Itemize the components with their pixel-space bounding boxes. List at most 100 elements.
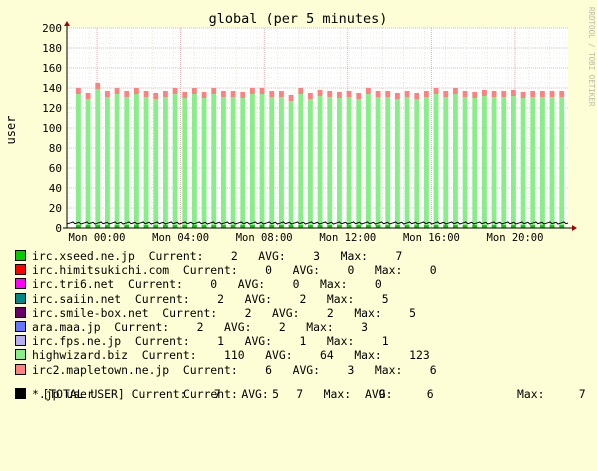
legend-swatch	[15, 335, 26, 347]
bar-group	[520, 92, 526, 228]
bar-segment-highwizard	[76, 94, 81, 225]
bar-segment-mapletown	[366, 88, 371, 94]
bar-group	[192, 88, 197, 228]
bar-segment-highwizard	[530, 97, 536, 225]
bar-segment-ara	[240, 225, 246, 226]
bar-segment-highwizard	[501, 97, 507, 225]
legend-text: irc.tri6.net Current: 0 AVG: 0 Max: 0	[32, 277, 382, 292]
bar-segment-mapletown	[240, 92, 246, 98]
bar-group	[375, 91, 381, 228]
bar-segment-ara	[511, 225, 516, 226]
legend-swatch	[15, 278, 26, 290]
bar-segment-mapletown	[76, 88, 81, 94]
bar-group	[240, 92, 246, 228]
bar-group	[491, 91, 497, 228]
legend-text: irc.xseed.ne.jp Current: 2 AVG: 3 Max: 7	[32, 249, 403, 263]
bar-group	[366, 88, 371, 228]
bar-segment-highwizard	[317, 96, 323, 225]
x-tick-label: Mon 16:00	[403, 232, 460, 244]
bar-segment-ara	[346, 225, 352, 226]
bar-segment-ara	[143, 225, 149, 226]
y-tick-label: 120	[42, 102, 62, 115]
bar-segment-ara	[124, 225, 130, 226]
bar-group	[172, 88, 178, 228]
bar-segment-mapletown	[95, 83, 101, 89]
y-tick-label: 200	[42, 22, 62, 35]
bar-segment-highwizard	[346, 97, 352, 225]
bar-group	[433, 88, 439, 228]
bar-group	[114, 88, 120, 228]
bar-group	[424, 91, 429, 228]
bar-segment-mapletown	[153, 93, 159, 99]
bar-segment-highwizard	[443, 97, 449, 225]
bar-segment-ara	[308, 225, 313, 226]
bar-segment-mapletown	[327, 91, 333, 97]
chart-root: 0 20 40 60 80 100 120 140 160 180 200 Mon 00:00 Mon …	[0, 0, 597, 408]
bar-segment-ara	[549, 225, 555, 226]
bar-segment-ara	[95, 225, 101, 226]
bar-segment-mapletown	[346, 91, 352, 97]
bar-segment-ara	[298, 225, 304, 226]
legend-row: ara.maa.jp Current: 2 AVG: 2 Max: 3	[15, 320, 368, 334]
bar-group	[404, 91, 410, 228]
bar-group	[76, 88, 81, 228]
bar-segment-ara	[356, 225, 362, 226]
bar-group	[356, 93, 362, 228]
y-tick-label: 80	[49, 142, 62, 155]
legend-row: irc.tri6.net Current: 0 AVG: 0 Max: 0	[15, 277, 382, 291]
y-tick-label: 40	[49, 182, 62, 195]
legend-swatch	[15, 321, 26, 332]
bar-segment-mapletown	[462, 91, 468, 97]
bar-segment-ara	[501, 225, 507, 226]
bar-group	[472, 92, 478, 228]
bar-segment-mapletown	[182, 92, 188, 98]
bar-segment-highwizard	[520, 98, 526, 225]
y-tick-label: 60	[49, 162, 62, 175]
bar-segment-highwizard	[269, 97, 275, 225]
bar-segment-mapletown	[424, 91, 429, 97]
bar-segment-mapletown	[559, 91, 565, 97]
bar-segment-highwizard	[221, 97, 226, 225]
bar-group	[530, 91, 536, 228]
x-tick-label: Mon 08:00	[236, 232, 293, 244]
jp-current: 5	[272, 387, 280, 401]
bar-segment-mapletown	[201, 92, 207, 98]
jp-avg: 6	[426, 387, 434, 401]
bar-segment-highwizard	[114, 94, 120, 225]
bar-segment-mapletown	[433, 88, 439, 94]
bar-group	[269, 91, 275, 228]
bar-group	[279, 91, 284, 228]
bar-group	[540, 91, 545, 228]
bar-segment-highwizard	[462, 97, 468, 225]
bar-segment-ara	[433, 225, 439, 226]
legend-text: irc.himitsukichi.com Current: 0 AVG: 0 M…	[32, 263, 437, 278]
y-tick-label: 100	[42, 122, 62, 135]
bar-segment-ara	[337, 225, 342, 226]
legend-row: irc.himitsukichi.com Current: 0 AVG: 0 M…	[15, 263, 437, 277]
bar-segment-ara	[182, 225, 188, 226]
bar-segment-ara	[85, 225, 91, 226]
bar-segment-mapletown	[85, 93, 91, 99]
bar-segment-highwizard	[279, 97, 284, 225]
jp-label: *.jp user	[32, 387, 94, 401]
bar-segment-highwizard	[201, 98, 207, 225]
legend-text: highwizard.biz Current: 110 AVG: 64 Max:…	[32, 348, 430, 363]
bar-segment-mapletown	[288, 95, 294, 101]
bar-segment-mapletown	[250, 88, 255, 94]
bar-group	[163, 91, 168, 228]
bar-segment-highwizard	[124, 97, 130, 225]
bar-segment-highwizard	[172, 94, 178, 225]
bar-group	[501, 91, 507, 228]
bar-segment-ara	[279, 225, 284, 226]
y-tick-label: 160	[42, 62, 62, 75]
bar-group	[453, 88, 458, 228]
bar-segment-ara	[520, 225, 526, 226]
y-axis-label: user	[4, 116, 18, 145]
bar-segment-mapletown	[279, 91, 284, 97]
bar-segment-mapletown	[317, 90, 323, 96]
bar-segment-mapletown	[491, 91, 497, 97]
bar-group	[443, 91, 449, 228]
jp-swatch	[15, 388, 26, 399]
bar-group	[298, 88, 304, 228]
bar-segment-ara	[453, 225, 458, 226]
